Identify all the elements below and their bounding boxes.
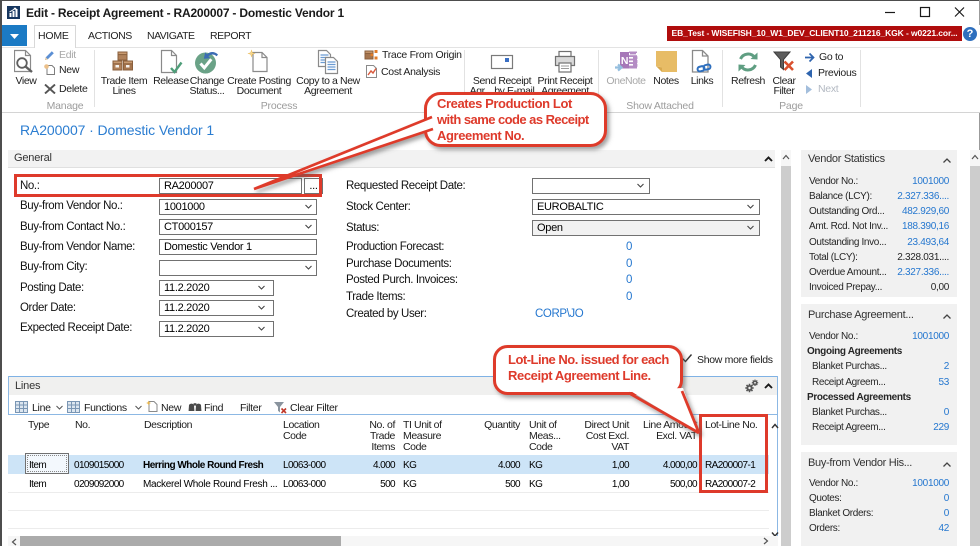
svg-text:Lot-Line No. issued for each: Lot-Line No. issued for each: [508, 352, 669, 367]
svg-text:with same code as Receipt: with same code as Receipt: [436, 112, 590, 127]
svg-text:Creates Production Lot: Creates Production Lot: [437, 96, 573, 111]
svg-text:Agreement No.: Agreement No.: [437, 128, 524, 143]
svg-text:Receipt Agreement Line.: Receipt Agreement Line.: [508, 368, 651, 383]
